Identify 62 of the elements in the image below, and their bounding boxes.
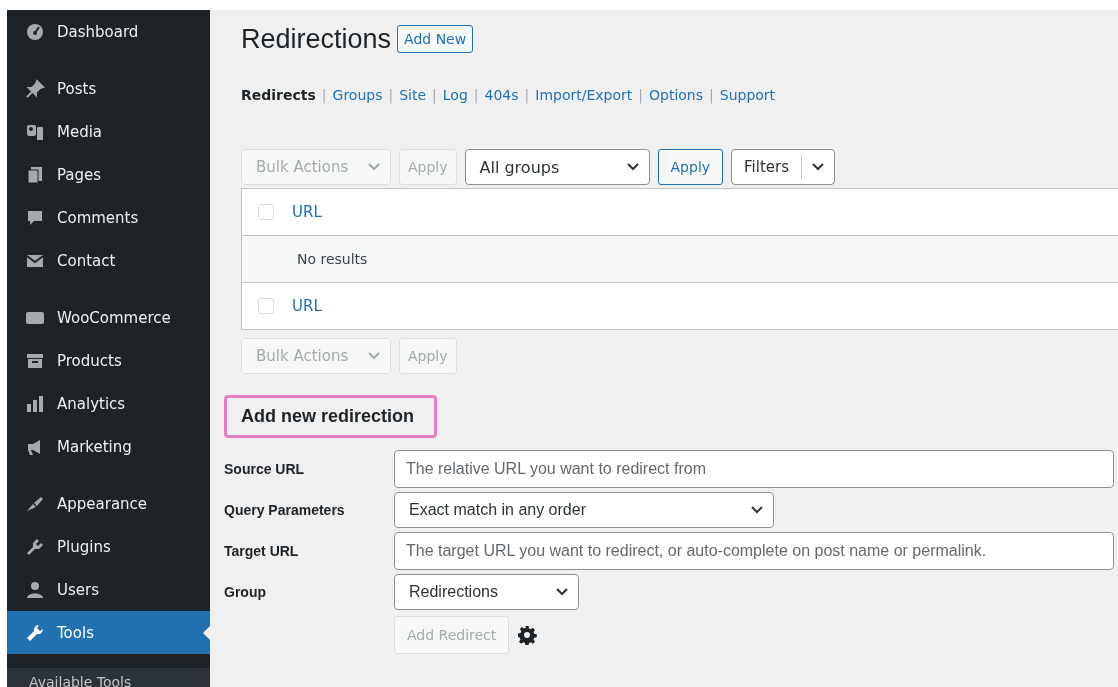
subnav-link[interactable]: Redirects bbox=[241, 87, 316, 103]
sidebar-item[interactable]: Appearance bbox=[7, 482, 210, 525]
subnav-link[interactable]: 404s bbox=[484, 87, 519, 103]
menu-icon bbox=[25, 579, 45, 600]
sidebar-item[interactable]: Contact bbox=[7, 239, 210, 282]
sidebar-item[interactable]: Products bbox=[7, 339, 210, 382]
separator: | bbox=[638, 87, 643, 103]
empty-message: No results bbox=[297, 251, 368, 267]
caret-icon bbox=[812, 163, 825, 171]
filters-button[interactable]: Filters bbox=[731, 149, 836, 185]
input-field[interactable]: The target URL you want to redirect, or auto-complete on post name or permalink. bbox=[394, 532, 1114, 570]
separator: | bbox=[473, 87, 479, 103]
caret-icon bbox=[626, 163, 639, 171]
select-all-checkbox[interactable] bbox=[258, 298, 274, 314]
subnav-link[interactable]: Log bbox=[442, 87, 468, 103]
sidebar-item[interactable]: Posts bbox=[7, 67, 210, 110]
add-new-button[interactable]: Add New bbox=[397, 25, 474, 53]
subnav-link[interactable]: Import/Export bbox=[535, 87, 633, 103]
field-label: Query Parameters bbox=[224, 502, 346, 518]
subnav-link[interactable]: Options bbox=[649, 87, 704, 103]
page-title: Redirections bbox=[241, 23, 392, 55]
field-label: Target URL bbox=[224, 543, 300, 559]
menu-icon bbox=[25, 78, 45, 99]
menu-icon bbox=[25, 21, 45, 42]
separator: | bbox=[432, 87, 437, 103]
sidebar-item[interactable]: Comments bbox=[7, 196, 210, 239]
settings-icon[interactable] bbox=[517, 625, 538, 645]
caret-icon bbox=[751, 506, 763, 514]
sidebar-item[interactable]: Dashboard bbox=[7, 10, 210, 53]
subnav-link[interactable]: Support bbox=[719, 87, 776, 103]
sidebar-item[interactable]: Users bbox=[7, 568, 210, 611]
field-label: Group bbox=[224, 584, 267, 600]
input-field[interactable]: The relative URL you want to redirect from bbox=[394, 450, 1114, 488]
group-select[interactable]: All groups bbox=[464, 149, 650, 185]
sidebar-item[interactable]: Analytics bbox=[7, 382, 210, 425]
sidebar-item[interactable]: Plugins bbox=[7, 525, 210, 568]
subnav-link[interactable]: Site bbox=[399, 87, 427, 103]
menu-icon bbox=[25, 622, 45, 643]
sidebar-item[interactable]: Media bbox=[7, 110, 210, 153]
separator: | bbox=[524, 87, 530, 103]
sidebar-item[interactable]: Marketing bbox=[7, 425, 210, 468]
separator: | bbox=[709, 87, 714, 103]
separator: | bbox=[388, 87, 394, 103]
caret-icon bbox=[368, 163, 380, 171]
menu-icon bbox=[25, 536, 45, 557]
dropdown[interactable]: Redirections bbox=[394, 574, 579, 610]
subnav-link[interactable]: Groups bbox=[332, 87, 383, 103]
apply-button[interactable]: Apply bbox=[657, 149, 724, 185]
sidebar-item[interactable]: Tools bbox=[7, 611, 210, 654]
caret-icon bbox=[368, 352, 380, 360]
select-all-checkbox[interactable] bbox=[258, 204, 274, 220]
field-label: Source URL bbox=[224, 461, 306, 477]
dropdown[interactable]: Exact match in any order bbox=[394, 492, 774, 528]
separator: | bbox=[321, 87, 327, 103]
column-header[interactable]: URL bbox=[292, 203, 322, 221]
menu-icon bbox=[25, 393, 45, 414]
sidebar-item[interactable]: Pages bbox=[7, 153, 210, 196]
menu-icon bbox=[25, 164, 45, 185]
sidebar-item[interactable]: WooCommerce bbox=[7, 296, 210, 339]
caret-icon bbox=[556, 588, 568, 596]
section-heading: Add new redirection bbox=[224, 395, 438, 438]
column-header[interactable]: URL bbox=[292, 297, 322, 315]
